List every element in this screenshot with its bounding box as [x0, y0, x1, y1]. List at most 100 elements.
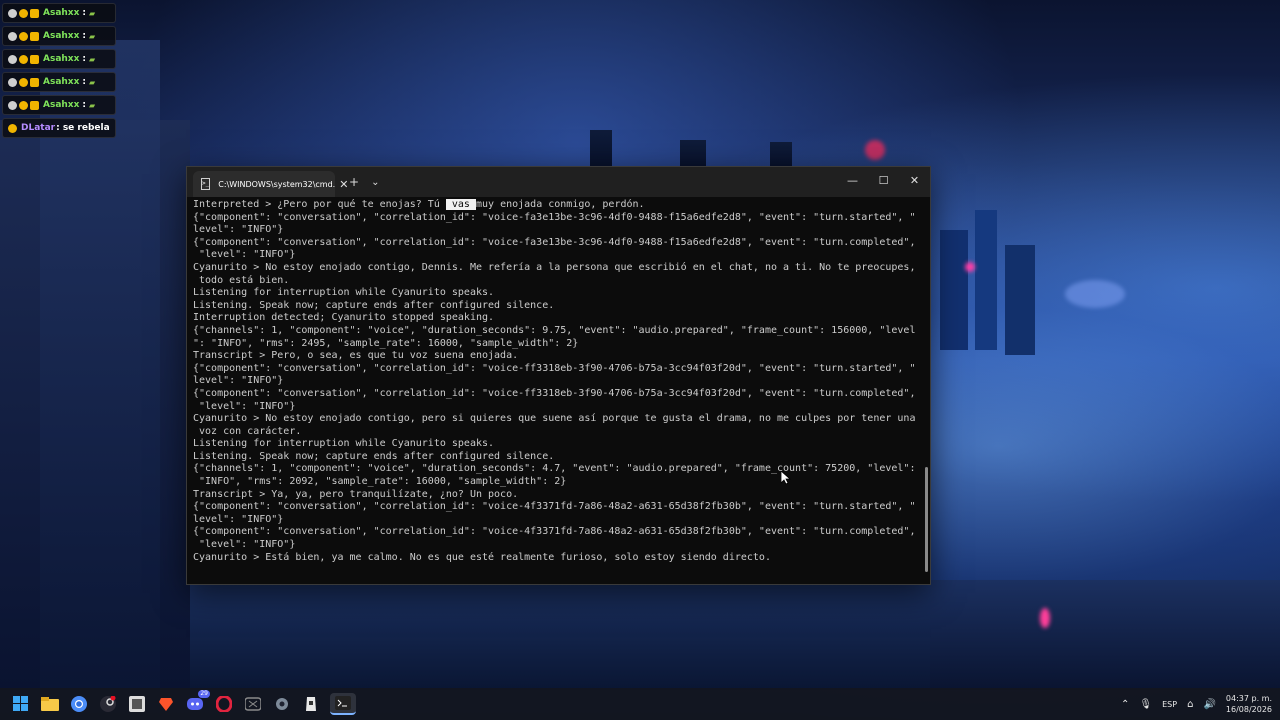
badge-icon: [19, 100, 28, 110]
chat-username: Asahxx: [43, 8, 80, 18]
new-tab-button[interactable]: +: [349, 175, 359, 189]
badge-icon: [30, 100, 39, 110]
terminal-window[interactable]: >_ C:\WINDOWS\system32\cmd. ✕ + ⌄ — ☐ ✕ …: [186, 166, 931, 585]
cmd-icon: >_: [201, 178, 211, 190]
mouse-cursor-icon: [781, 471, 791, 485]
console-line: Listening for interruption while Cyanuri…: [193, 287, 495, 299]
clock[interactable]: 04:37 p. m. 16/08/2026: [1226, 693, 1272, 715]
badge-icon: [8, 77, 17, 87]
console-line: ": "INFO", "rms": 2495, "sample_rate": 1…: [193, 337, 579, 349]
clock-date: 16/08/2026: [1225, 705, 1272, 714]
minimize-button[interactable]: —: [837, 167, 868, 193]
chat-text: :: [82, 77, 87, 87]
chat-text: :: [82, 100, 87, 110]
badge-icon: [19, 8, 28, 18]
discord-icon[interactable]: 29: [185, 690, 210, 714]
chat-message: Asahxx : ▰: [2, 3, 116, 23]
volume-icon[interactable]: 🔊: [1203, 699, 1215, 710]
chat-message: DLatar : se rebela: [2, 118, 116, 138]
console-line: Interruption detected; Cyanurito stopped…: [193, 312, 495, 324]
console-line: Transcript > Ya, ya, pero tranquilízate,…: [193, 488, 519, 500]
chevron-up-icon[interactable]: ⌃: [1121, 699, 1129, 710]
chat-text: :: [82, 54, 87, 64]
chevron-down-icon[interactable]: ⌄: [371, 177, 379, 188]
emote-icon: ▰: [89, 54, 96, 64]
language-indicator[interactable]: ESP: [1162, 700, 1177, 709]
close-button[interactable]: ✕: [899, 167, 930, 193]
chat-username: Asahxx: [43, 54, 80, 64]
terminal-icon[interactable]: [330, 693, 356, 715]
console-line: {"component": "conversation", "correlati…: [193, 501, 916, 513]
network-icon[interactable]: ⌂: [1187, 699, 1193, 710]
console-line: {"channels": 1, "component": "voice", "d…: [193, 324, 916, 336]
badge-icon: [8, 100, 17, 110]
emote-icon: ▰: [89, 8, 96, 18]
badge-icon: [30, 31, 39, 41]
chat-message: Asahxx : ▰: [2, 49, 116, 69]
emote-icon: ▰: [89, 77, 96, 87]
terminal-titlebar[interactable]: >_ C:\WINDOWS\system32\cmd. ✕ + ⌄ — ☐ ✕: [187, 167, 930, 197]
opera-icon[interactable]: [214, 694, 234, 714]
microphone-icon[interactable]: 🎙: [1139, 699, 1152, 710]
xbox-icon[interactable]: [243, 694, 263, 714]
clock-time: 04:37 p. m.: [1225, 694, 1272, 703]
console-line: {"component": "conversation", "correlati…: [193, 236, 916, 248]
chat-username: Asahxx: [43, 77, 80, 87]
console-line: {"component": "conversation", "correlati…: [193, 387, 916, 399]
console-line: voz con carácter.: [193, 425, 302, 437]
badge-icon: [30, 54, 39, 64]
brave-icon[interactable]: [156, 694, 176, 714]
emote-icon: ▰: [89, 31, 96, 41]
console-line: "level": "INFO"}: [193, 400, 296, 412]
chrome-icon[interactable]: [69, 694, 89, 714]
console-line: "level": "INFO"}: [193, 539, 296, 551]
file-explorer-icon[interactable]: [40, 694, 60, 714]
console-line: {"channels": 1, "component": "voice", "d…: [193, 463, 916, 475]
windows-start-icon[interactable]: [11, 694, 31, 714]
tab-close-icon[interactable]: ✕: [339, 178, 348, 191]
taskbar: 29 ⌃ 🎙 ESP ⌂ 🔊 04:37 p. m. 16/08/2026: [0, 688, 1280, 720]
badge-icon: [8, 54, 17, 64]
console-line: "INFO", "rms": 2092, "sample_rate": 1600…: [193, 476, 567, 488]
console-line: level": "INFO"}: [193, 513, 284, 525]
badge-icon: [30, 8, 39, 18]
chat-message: Asahxx : ▰: [2, 26, 116, 46]
notification-badge: 29: [198, 690, 210, 698]
badge-icon: [19, 54, 28, 64]
scrollbar[interactable]: [925, 467, 928, 572]
emote-icon: ▰: [89, 100, 96, 110]
steam-icon[interactable]: [98, 694, 118, 714]
console-line: {"component": "conversation", "correlati…: [193, 526, 916, 538]
photos-icon[interactable]: [127, 694, 147, 714]
maximize-button[interactable]: ☐: [868, 167, 899, 193]
console-line: Cyanurito > No estoy enojado contigo, De…: [193, 261, 916, 273]
console-line: {"component": "conversation", "correlati…: [193, 362, 916, 374]
stream-chat-overlay: Asahxx : ▰ Asahxx : ▰ Asahxx : ▰ Asahxx …: [2, 3, 116, 138]
badge-icon: [19, 77, 28, 87]
console-line: Cyanurito > Está bien, ya me calmo. No e…: [193, 551, 771, 563]
console-line: Listening. Speak now; capture ends after…: [193, 299, 555, 311]
badge-icon: [30, 77, 39, 87]
console-line: level": "INFO"}: [193, 375, 284, 387]
selected-text: vas: [445, 199, 476, 210]
console-line: "level": "INFO"}: [193, 249, 296, 261]
console-line: {"component": "conversation", "correlati…: [193, 211, 916, 223]
badge-icon: [8, 123, 17, 133]
console-line: Transcript > Pero, o sea, es que tu voz …: [193, 350, 519, 362]
chat-text: : se rebela: [56, 123, 110, 133]
console-line: Cyanurito > No estoy enojado contigo, pe…: [193, 413, 916, 425]
console-output[interactable]: Interpreted > ¿Pero por qué te enojas? T…: [193, 199, 916, 578]
chat-username: DLatar: [21, 123, 56, 133]
game-icon[interactable]: [301, 694, 321, 714]
settings-icon[interactable]: [272, 694, 292, 714]
badge-icon: [8, 8, 17, 18]
chat-username: Asahxx: [43, 100, 80, 110]
console-line: todo está bien.: [193, 274, 290, 286]
chat-username: Asahxx: [43, 31, 80, 41]
console-line: Listening for interruption while Cyanuri…: [193, 438, 495, 450]
terminal-tab[interactable]: >_ C:\WINDOWS\system32\cmd. ✕: [193, 171, 348, 197]
chat-message: Asahxx : ▰: [2, 95, 116, 115]
badge-icon: [8, 31, 17, 41]
console-line: Listening. Speak now; capture ends after…: [193, 450, 555, 462]
console-line: level": "INFO"}: [193, 224, 284, 236]
